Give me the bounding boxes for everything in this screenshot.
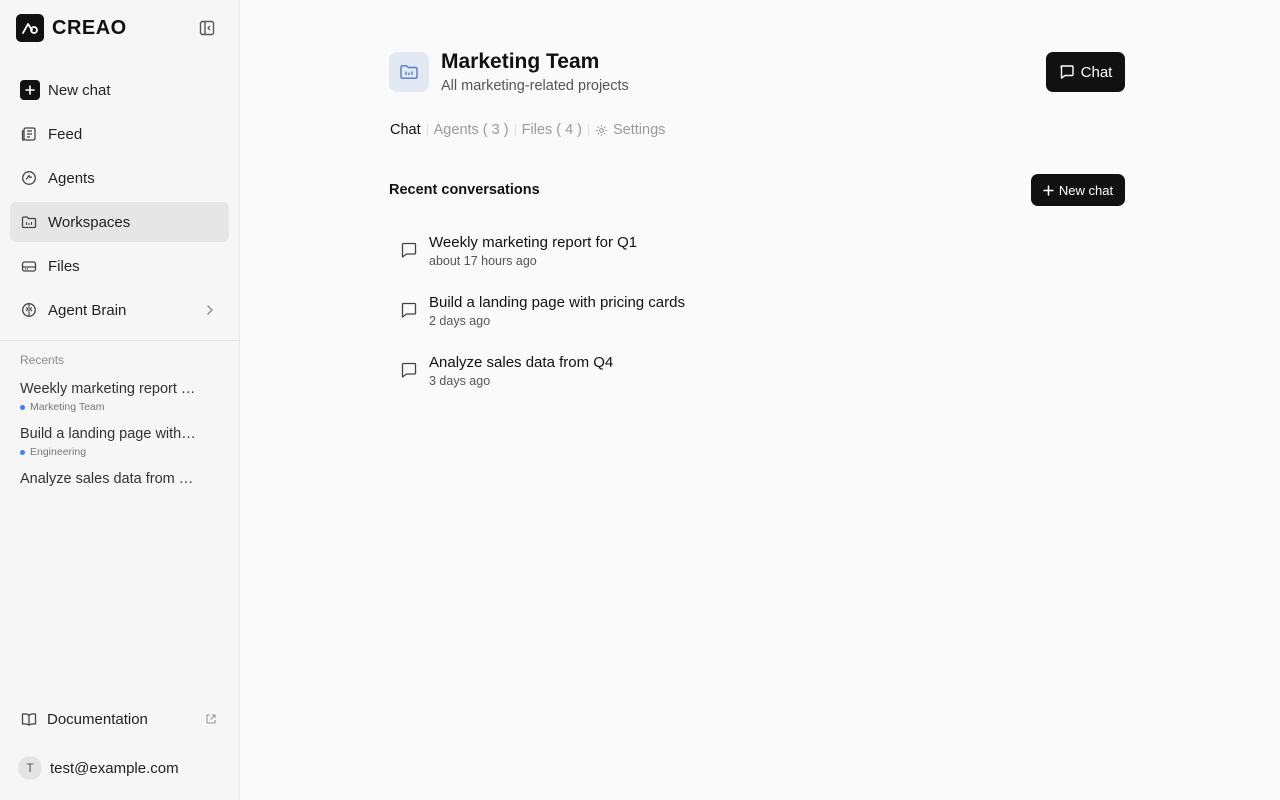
tab-label: Files ( 4 ) [521,122,583,138]
documentation-label: Documentation [47,710,148,728]
tab-files[interactable]: Files ( 4 ) [522,122,582,138]
recents-list: Weekly marketing report for Q1 Marketing… [20,381,220,500]
sidebar: CREAO New chat Feed Agents Workspaces Fi… [0,0,240,800]
sidebar-divider [0,340,239,341]
sidebar-item-label: Agent Brain [48,301,127,319]
user-menu[interactable]: T test@example.com [18,756,179,780]
recent-item[interactable]: Analyze sales data from Q4 [20,471,220,487]
plus-icon [1043,184,1059,196]
gear-icon [595,124,608,137]
sidebar-nav: New chat Feed Agents Workspaces Files Ag… [10,70,229,334]
tab-label: Settings [613,122,666,138]
workspace-dot [20,404,25,410]
folder-icon [20,213,38,231]
sidebar-item-workspaces[interactable]: Workspaces [10,202,229,242]
tab-label: Chat [390,122,421,138]
conversation-list: Weekly marketing report for Q1 about 17 … [389,230,1125,410]
external-link-icon [205,713,217,725]
sidebar-item-label: New chat [48,81,111,99]
workspace-dot [20,449,25,455]
recent-workspace-label: Marketing Team [30,401,105,413]
sidebar-item-agents[interactable]: Agents [10,158,229,198]
book-icon [20,710,38,728]
agent-icon [20,169,38,187]
conversation-item[interactable]: Analyze sales data from Q4 3 days ago [389,350,1125,410]
tab-agents[interactable]: Agents ( 3 ) [434,122,509,138]
tab-separator [514,124,516,136]
recent-workspace-label: Engineering [30,446,87,458]
recent-item[interactable]: Build a landing page with pricing cards … [20,426,220,458]
chat-button[interactable]: Chat [1046,52,1125,92]
collapse-sidebar-icon[interactable] [198,19,216,37]
avatar: T [18,756,42,780]
conversation-title: Build a landing page with pricing cards [429,294,685,311]
recent-title: Weekly marketing report for Q1 [20,381,198,397]
documentation-link[interactable]: Documentation [20,709,219,729]
conversation-title: Analyze sales data from Q4 [429,354,614,371]
sidebar-item-new-chat[interactable]: New chat [10,70,229,110]
brand-name: CREAO [52,16,127,39]
page-title: Marketing Team [441,50,600,73]
drive-icon [20,257,38,275]
chevron-right-icon [203,303,217,317]
conversation-item[interactable]: Build a landing page with pricing cards … [389,290,1125,350]
user-email: test@example.com [50,759,179,777]
newspaper-icon [20,125,38,143]
new-chat-button-label: New chat [1058,182,1114,198]
sidebar-item-agent-brain[interactable]: Agent Brain [10,290,229,330]
conversation-time: 3 days ago [429,374,491,388]
brand[interactable]: CREAO [16,14,127,42]
sidebar-item-label: Workspaces [48,213,131,231]
conversation-time: about 17 hours ago [429,254,537,268]
brand-logo-icon [16,14,44,42]
message-icon [400,241,418,259]
message-icon [1059,64,1081,80]
tab-chat[interactable]: Chat [390,122,421,138]
sidebar-item-feed[interactable]: Feed [10,114,229,154]
sidebar-item-files[interactable]: Files [10,246,229,286]
conversation-time: 2 days ago [429,314,491,328]
recent-item[interactable]: Weekly marketing report for Q1 Marketing… [20,381,220,413]
tab-separator [426,124,428,136]
new-chat-button[interactable]: New chat [1031,174,1125,206]
plus-icon [20,80,40,100]
conversation-title: Weekly marketing report for Q1 [429,234,638,251]
sidebar-item-label: Feed [48,125,83,143]
conversation-item[interactable]: Weekly marketing report for Q1 about 17 … [389,230,1125,290]
message-icon [400,361,418,379]
recent-workspace: Marketing Team [20,401,220,413]
message-icon [400,301,418,319]
workspace-tabs: Chat Agents ( 3 ) Files ( 4 ) Settings [390,122,665,138]
chat-button-label: Chat [1080,63,1113,81]
recent-workspace: Engineering [20,446,220,458]
tab-label: Agents ( 3 ) [433,122,509,138]
tab-settings[interactable]: Settings [595,122,665,138]
sidebar-item-label: Agents [48,169,95,187]
recent-title: Analyze sales data from Q4 [20,471,198,487]
page-subtitle: All marketing-related projects [441,78,629,94]
recent-title: Build a landing page with pricing cards [20,426,198,442]
brain-icon [20,301,38,319]
workspace-folder-icon [389,52,429,92]
tab-separator [588,124,590,136]
section-title: Recent conversations [389,182,540,198]
recents-label: Recents [20,353,65,367]
sidebar-item-label: Files [48,257,80,275]
